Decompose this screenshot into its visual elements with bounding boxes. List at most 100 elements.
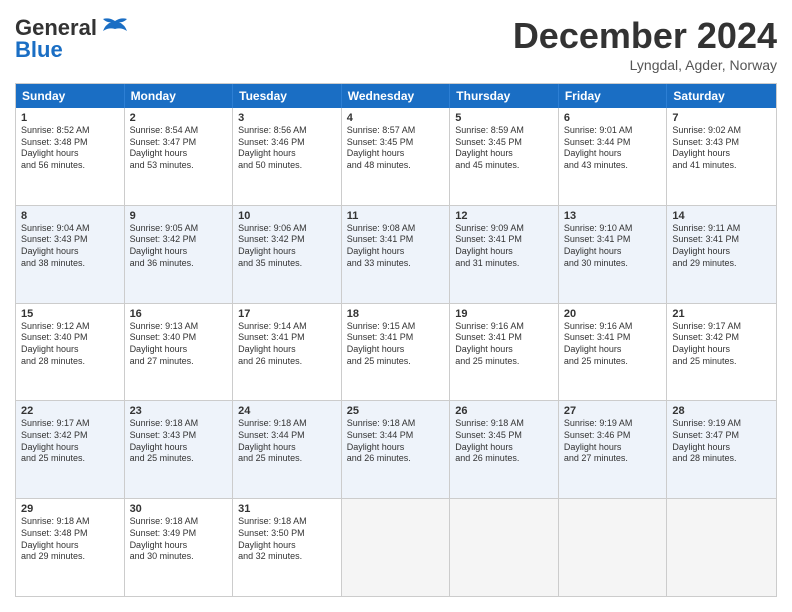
day-number: 16 — [130, 308, 228, 320]
day-number: 25 — [347, 405, 445, 417]
location-subtitle: Lyngdal, Agder, Norway — [513, 57, 777, 73]
cell-info: Sunrise: 9:09 AMSunset: 3:41 PMDaylight … — [455, 223, 524, 268]
cell-info: Sunrise: 9:11 AMSunset: 3:41 PMDaylight … — [672, 223, 740, 268]
cell-info: Sunrise: 9:17 AMSunset: 3:42 PMDaylight … — [21, 418, 90, 463]
day-number: 19 — [455, 308, 553, 320]
calendar-cell: 15 Sunrise: 9:12 AMSunset: 3:40 PMDaylig… — [16, 304, 125, 401]
cell-info: Sunrise: 8:56 AMSunset: 3:46 PMDaylight … — [238, 125, 307, 170]
month-title: December 2024 — [513, 15, 777, 57]
calendar-row-5: 29 Sunrise: 9:18 AMSunset: 3:48 PMDaylig… — [16, 498, 776, 596]
calendar-cell: 27 Sunrise: 9:19 AMSunset: 3:46 PMDaylig… — [559, 401, 668, 498]
day-header-friday: Friday — [559, 84, 668, 108]
logo-bird-icon — [101, 17, 129, 39]
day-number: 24 — [238, 405, 336, 417]
cell-info: Sunrise: 9:15 AMSunset: 3:41 PMDaylight … — [347, 321, 416, 366]
cell-info: Sunrise: 9:18 AMSunset: 3:44 PMDaylight … — [238, 418, 307, 463]
calendar-cell: 24 Sunrise: 9:18 AMSunset: 3:44 PMDaylig… — [233, 401, 342, 498]
day-header-wednesday: Wednesday — [342, 84, 451, 108]
calendar-cell: 8 Sunrise: 9:04 AMSunset: 3:43 PMDayligh… — [16, 206, 125, 303]
cell-info: Sunrise: 9:10 AMSunset: 3:41 PMDaylight … — [564, 223, 633, 268]
day-number: 22 — [21, 405, 119, 417]
cell-info: Sunrise: 8:59 AMSunset: 3:45 PMDaylight … — [455, 125, 524, 170]
day-header-sunday: Sunday — [16, 84, 125, 108]
calendar-cell: 16 Sunrise: 9:13 AMSunset: 3:40 PMDaylig… — [125, 304, 234, 401]
calendar-cell: 22 Sunrise: 9:17 AMSunset: 3:42 PMDaylig… — [16, 401, 125, 498]
day-number: 5 — [455, 112, 553, 124]
day-number: 28 — [672, 405, 771, 417]
calendar-cell: 3 Sunrise: 8:56 AMSunset: 3:46 PMDayligh… — [233, 108, 342, 205]
cell-info: Sunrise: 9:16 AMSunset: 3:41 PMDaylight … — [455, 321, 524, 366]
day-number: 17 — [238, 308, 336, 320]
cell-info: Sunrise: 9:12 AMSunset: 3:40 PMDaylight … — [21, 321, 90, 366]
cell-info: Sunrise: 9:02 AMSunset: 3:43 PMDaylight … — [672, 125, 741, 170]
calendar-cell — [450, 499, 559, 596]
calendar-header: SundayMondayTuesdayWednesdayThursdayFrid… — [16, 84, 776, 108]
day-header-saturday: Saturday — [667, 84, 776, 108]
cell-info: Sunrise: 9:18 AMSunset: 3:50 PMDaylight … — [238, 516, 307, 561]
day-number: 6 — [564, 112, 662, 124]
calendar-cell — [342, 499, 451, 596]
cell-info: Sunrise: 9:19 AMSunset: 3:47 PMDaylight … — [672, 418, 741, 463]
day-number: 26 — [455, 405, 553, 417]
calendar-cell: 6 Sunrise: 9:01 AMSunset: 3:44 PMDayligh… — [559, 108, 668, 205]
cell-info: Sunrise: 8:54 AMSunset: 3:47 PMDaylight … — [130, 125, 199, 170]
cell-info: Sunrise: 9:08 AMSunset: 3:41 PMDaylight … — [347, 223, 416, 268]
calendar: SundayMondayTuesdayWednesdayThursdayFrid… — [15, 83, 777, 597]
cell-info: Sunrise: 9:06 AMSunset: 3:42 PMDaylight … — [238, 223, 307, 268]
calendar-cell: 11 Sunrise: 9:08 AMSunset: 3:41 PMDaylig… — [342, 206, 451, 303]
day-header-monday: Monday — [125, 84, 234, 108]
calendar-cell: 18 Sunrise: 9:15 AMSunset: 3:41 PMDaylig… — [342, 304, 451, 401]
cell-info: Sunrise: 9:18 AMSunset: 3:45 PMDaylight … — [455, 418, 524, 463]
cell-info: Sunrise: 9:16 AMSunset: 3:41 PMDaylight … — [564, 321, 633, 366]
day-number: 14 — [672, 210, 771, 222]
day-number: 3 — [238, 112, 336, 124]
calendar-cell: 5 Sunrise: 8:59 AMSunset: 3:45 PMDayligh… — [450, 108, 559, 205]
cell-info: Sunrise: 9:01 AMSunset: 3:44 PMDaylight … — [564, 125, 633, 170]
cell-info: Sunrise: 9:13 AMSunset: 3:40 PMDaylight … — [130, 321, 199, 366]
calendar-cell — [667, 499, 776, 596]
calendar-body: 1 Sunrise: 8:52 AMSunset: 3:48 PMDayligh… — [16, 108, 776, 596]
day-number: 27 — [564, 405, 662, 417]
calendar-cell: 2 Sunrise: 8:54 AMSunset: 3:47 PMDayligh… — [125, 108, 234, 205]
cell-info: Sunrise: 9:18 AMSunset: 3:49 PMDaylight … — [130, 516, 199, 561]
day-number: 23 — [130, 405, 228, 417]
day-number: 11 — [347, 210, 445, 222]
calendar-cell: 14 Sunrise: 9:11 AMSunset: 3:41 PMDaylig… — [667, 206, 776, 303]
calendar-cell: 26 Sunrise: 9:18 AMSunset: 3:45 PMDaylig… — [450, 401, 559, 498]
header: General Blue December 2024 Lyngdal, Agde… — [15, 15, 777, 73]
calendar-row-2: 8 Sunrise: 9:04 AMSunset: 3:43 PMDayligh… — [16, 205, 776, 303]
calendar-cell: 20 Sunrise: 9:16 AMSunset: 3:41 PMDaylig… — [559, 304, 668, 401]
calendar-cell: 19 Sunrise: 9:16 AMSunset: 3:41 PMDaylig… — [450, 304, 559, 401]
day-number: 2 — [130, 112, 228, 124]
logo-blue: Blue — [15, 37, 63, 63]
day-number: 12 — [455, 210, 553, 222]
calendar-cell: 29 Sunrise: 9:18 AMSunset: 3:48 PMDaylig… — [16, 499, 125, 596]
calendar-cell: 1 Sunrise: 8:52 AMSunset: 3:48 PMDayligh… — [16, 108, 125, 205]
cell-info: Sunrise: 8:57 AMSunset: 3:45 PMDaylight … — [347, 125, 416, 170]
logo: General Blue — [15, 15, 129, 63]
calendar-cell: 9 Sunrise: 9:05 AMSunset: 3:42 PMDayligh… — [125, 206, 234, 303]
page: General Blue December 2024 Lyngdal, Agde… — [0, 0, 792, 612]
cell-info: Sunrise: 9:18 AMSunset: 3:48 PMDaylight … — [21, 516, 90, 561]
day-number: 7 — [672, 112, 771, 124]
day-number: 21 — [672, 308, 771, 320]
day-number: 8 — [21, 210, 119, 222]
calendar-cell: 12 Sunrise: 9:09 AMSunset: 3:41 PMDaylig… — [450, 206, 559, 303]
day-number: 4 — [347, 112, 445, 124]
calendar-row-4: 22 Sunrise: 9:17 AMSunset: 3:42 PMDaylig… — [16, 400, 776, 498]
calendar-cell: 31 Sunrise: 9:18 AMSunset: 3:50 PMDaylig… — [233, 499, 342, 596]
cell-info: Sunrise: 9:14 AMSunset: 3:41 PMDaylight … — [238, 321, 307, 366]
calendar-cell: 10 Sunrise: 9:06 AMSunset: 3:42 PMDaylig… — [233, 206, 342, 303]
calendar-row-1: 1 Sunrise: 8:52 AMSunset: 3:48 PMDayligh… — [16, 108, 776, 205]
calendar-cell: 30 Sunrise: 9:18 AMSunset: 3:49 PMDaylig… — [125, 499, 234, 596]
cell-info: Sunrise: 9:05 AMSunset: 3:42 PMDaylight … — [130, 223, 199, 268]
day-header-tuesday: Tuesday — [233, 84, 342, 108]
day-number: 9 — [130, 210, 228, 222]
calendar-cell: 17 Sunrise: 9:14 AMSunset: 3:41 PMDaylig… — [233, 304, 342, 401]
cell-info: Sunrise: 9:18 AMSunset: 3:43 PMDaylight … — [130, 418, 199, 463]
day-number: 10 — [238, 210, 336, 222]
day-number: 18 — [347, 308, 445, 320]
cell-info: Sunrise: 9:17 AMSunset: 3:42 PMDaylight … — [672, 321, 741, 366]
day-number: 30 — [130, 503, 228, 515]
day-number: 29 — [21, 503, 119, 515]
